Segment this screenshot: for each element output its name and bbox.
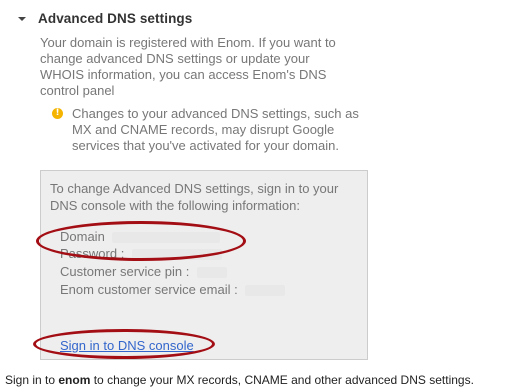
footer-prefix: Sign in to (5, 373, 59, 387)
pin-field: Customer service pin : (60, 263, 227, 280)
section-intro: Your domain is registered with Enom. If … (40, 35, 336, 98)
email-value-redacted (245, 285, 286, 297)
warning-text: Changes to your advanced DNS settings, s… (72, 106, 359, 153)
pin-label: Customer service pin : (60, 264, 190, 279)
footer-registrar: enom (58, 373, 91, 387)
caret-down-icon[interactable] (18, 17, 26, 21)
sign-in-dns-console-link[interactable]: Sign in to DNS console (60, 337, 194, 354)
pin-value-redacted (196, 267, 227, 279)
password-label: Password : (60, 246, 125, 261)
password-value-redacted (131, 249, 222, 261)
footer-suffix: to change your MX records, CNAME and oth… (90, 373, 474, 387)
footer-caption: Sign in to enom to change your MX record… (5, 373, 474, 388)
advanced-dns-section-header[interactable]: Advanced DNS settings (18, 11, 192, 26)
dns-console-info-box: To change Advanced DNS settings, sign in… (40, 170, 368, 360)
domain-label: Domain (60, 229, 105, 244)
domain-value-redacted (112, 232, 221, 244)
email-label: Enom customer service email : (60, 282, 238, 297)
warning-icon: ! (52, 108, 63, 119)
domain-field: Domain (60, 228, 221, 245)
section-title: Advanced DNS settings (38, 11, 193, 26)
warning-notice: ! Changes to your advanced DNS settings,… (52, 106, 362, 154)
password-field: Password : (60, 245, 222, 262)
email-field: Enom customer service email : (60, 281, 286, 298)
dns-box-intro: To change Advanced DNS settings, sign in… (50, 181, 339, 213)
